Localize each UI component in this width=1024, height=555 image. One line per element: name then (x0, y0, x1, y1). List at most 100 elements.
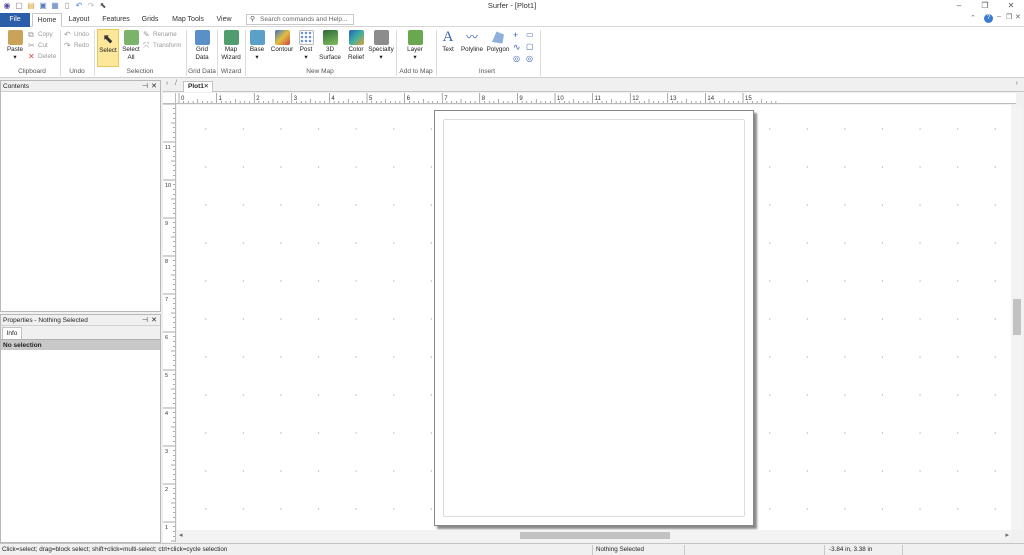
grid-data-button[interactable]: Grid Data (190, 29, 214, 67)
close-icon[interactable]: ✕ (151, 315, 157, 326)
ruler-label: 7 (165, 297, 168, 303)
doc-minimize-icon[interactable]: – (997, 13, 1001, 20)
tab-scroll-left-icon[interactable]: ‹ (166, 80, 168, 87)
map-wizard-button[interactable]: Map Wizard (219, 29, 243, 67)
copy-icon: ⧉ (28, 30, 34, 39)
vertical-scrollbar-thumb[interactable] (1013, 299, 1021, 335)
paste-button[interactable]: Paste ▾ (3, 29, 27, 67)
select-button[interactable]: ⬉ Select (97, 29, 119, 67)
polyline-icon: 〰 (465, 30, 478, 44)
polygon-button[interactable]: Polygon (485, 29, 511, 67)
pin-icon[interactable]: ⊣ (142, 315, 148, 326)
ruler-label: 7 (444, 96, 448, 102)
pin-icon[interactable]: ⊣ (142, 81, 148, 92)
tab-features[interactable]: Features (98, 13, 134, 27)
rename-button[interactable]: ✎ Rename (143, 30, 177, 40)
doc-restore-icon[interactable]: ❐ (1006, 13, 1012, 21)
cut-button[interactable]: ✂ Cut (28, 41, 48, 51)
group-label-grid-data: Grid Data (188, 68, 216, 75)
ruler-label: 1 (219, 96, 223, 102)
delete-button[interactable]: ✕ Delete (28, 52, 56, 62)
close-icon[interactable]: ✕ (998, 0, 1024, 12)
group-label-wizard: Wizard (220, 68, 242, 75)
ruler-label: 12 (632, 96, 639, 102)
tab-info[interactable]: Info (2, 327, 22, 339)
post-map-button[interactable]: Post ▾ (297, 29, 315, 67)
document-tabs: ‹ / Plot1 ✕ › (163, 80, 1024, 92)
select-arrow-icon: ⬉ (102, 31, 114, 46)
help-icon[interactable]: ? (984, 14, 993, 23)
3d-surface-icon (322, 30, 338, 45)
3d-surface-button[interactable]: 3D Surface (317, 29, 343, 67)
polygon-icon (492, 31, 504, 44)
tab-grids[interactable]: Grids (137, 13, 163, 27)
layer-button[interactable]: Layer ▾ (403, 29, 427, 67)
specialty-map-button[interactable]: Specialty ▾ (368, 29, 394, 67)
copy-button[interactable]: ⧉ Copy (28, 30, 53, 40)
status-selection: Nothing Selected (596, 546, 644, 553)
tab-view[interactable]: View (212, 13, 236, 27)
vertical-scrollbar[interactable] (1011, 105, 1023, 530)
base-map-button[interactable]: Base ▾ (247, 29, 267, 67)
close-icon[interactable]: ✕ (151, 81, 157, 92)
transform-button[interactable]: ⤧ Transform (143, 41, 181, 51)
horizontal-scrollbar[interactable]: ◂ ▸ (177, 530, 1011, 541)
paste-icon (7, 30, 23, 45)
ruler-label: 8 (482, 96, 486, 102)
tab-layout[interactable]: Layout (64, 13, 94, 27)
curve-icon[interactable]: ∿ (513, 42, 521, 53)
tab-plot1[interactable]: Plot1 ✕ (183, 81, 213, 92)
ruler-label: 11 (165, 145, 171, 151)
horizontal-scrollbar-thumb[interactable] (520, 532, 670, 539)
rectangle-icon[interactable]: ▭ (526, 30, 534, 39)
ruler-label: 10 (557, 96, 564, 102)
status-coordinates: -3.84 in, 3.38 in (829, 546, 873, 553)
text-icon: A (442, 29, 454, 45)
tab-list-icon[interactable]: › (1016, 80, 1018, 87)
page-margin (443, 119, 745, 517)
search-input[interactable]: ⚲ Search commands and Help... (246, 14, 354, 25)
color-relief-button[interactable]: Color Relief (345, 29, 367, 67)
redo-button[interactable]: ↷ Redo (64, 41, 89, 51)
specialty-map-icon (373, 30, 389, 45)
transform-icon: ⤧ (143, 41, 150, 50)
scroll-left-icon[interactable]: ◂ (179, 531, 183, 539)
select-all-button[interactable]: Select All (121, 29, 141, 67)
doc-close-icon[interactable]: ✕ (1015, 13, 1021, 21)
properties-header: Properties - Nothing Selected ⊣ ✕ (1, 315, 160, 326)
contents-header: Contents ⊣ ✕ (1, 81, 160, 92)
ruler-label: 4 (165, 411, 168, 417)
ellipse-icon[interactable]: ◎ (526, 54, 533, 63)
ruler-label: 0 (181, 96, 185, 102)
status-bar: Click=select; drag=block select; shift+c… (0, 543, 1024, 555)
minimize-icon[interactable]: – (946, 0, 972, 12)
ruler-label: 2 (165, 487, 168, 493)
color-relief-icon (348, 30, 364, 45)
restore-icon[interactable]: ❐ (972, 0, 998, 12)
tab-map-tools[interactable]: Map Tools (168, 13, 208, 27)
cut-icon: ✂ (28, 41, 35, 50)
polyline-button[interactable]: 〰 Polyline (459, 29, 485, 67)
search-icon: ⚲ (250, 16, 256, 23)
scroll-right-icon[interactable]: ▸ (1005, 531, 1009, 539)
circle-icon[interactable]: ◎ (513, 54, 520, 63)
tab-home[interactable]: Home (32, 13, 62, 27)
horizontal-ruler-ticks: 0 1 2 3 4 5 6 7 8 9 10 11 12 13 14 15 (178, 93, 777, 103)
close-icon[interactable]: ✕ (204, 82, 209, 92)
minimize-ribbon-icon[interactable]: ⌃ (970, 14, 976, 22)
page-sheet[interactable] (434, 110, 754, 526)
tab-file[interactable]: File (0, 13, 30, 27)
plus-icon[interactable]: + (513, 30, 518, 40)
group-label-new-map: New Map (306, 68, 334, 75)
ruler-label: 6 (407, 96, 411, 102)
text-button[interactable]: A Text (439, 29, 457, 67)
ruler-label: 10 (165, 183, 171, 189)
ruler-label: 9 (165, 221, 168, 227)
ruler-label: 8 (165, 259, 168, 265)
tab-scroll-right-icon[interactable]: / (175, 80, 177, 87)
undo-button[interactable]: ↶ Undo (64, 30, 89, 40)
ruler-label: 1 (165, 525, 168, 531)
group-label-add-to-map: Add to Map (399, 68, 433, 75)
rounded-rectangle-icon[interactable]: ▢ (526, 42, 534, 51)
contour-map-button[interactable]: Contour (269, 29, 295, 67)
